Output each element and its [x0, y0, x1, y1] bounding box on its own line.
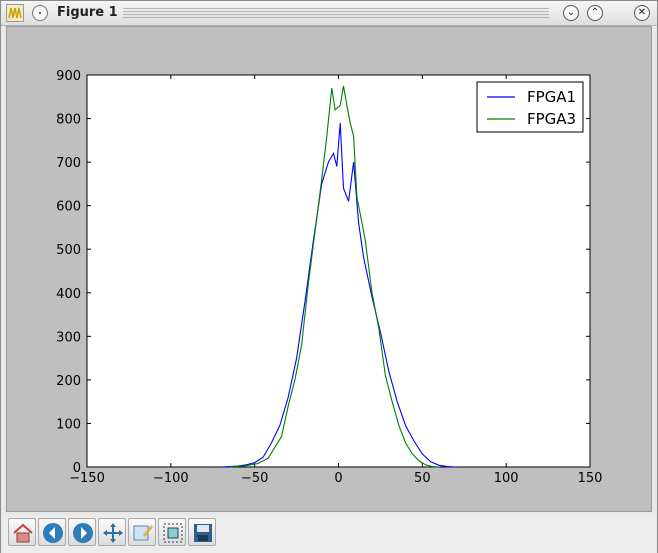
x-tick-label: −100	[153, 471, 189, 486]
back-icon	[43, 523, 63, 543]
y-tick-label: 0	[73, 461, 81, 476]
window-title: Figure 1	[57, 5, 118, 20]
x-tick-label: 150	[578, 471, 603, 486]
y-tick-label: 500	[56, 243, 81, 258]
pan-icon	[103, 523, 123, 543]
y-tick-label: 700	[56, 156, 81, 171]
save-button[interactable]	[188, 518, 216, 546]
figure-window: Figure 1 ⌄ ⌃ ✕ −150 −100 −50 0 50 100 150 0 100 2…	[0, 0, 658, 553]
x-tick-label: 100	[494, 471, 519, 486]
y-tick-label: 200	[56, 374, 81, 389]
home-button[interactable]	[8, 518, 36, 546]
x-tick-label: −50	[241, 471, 268, 486]
close-button[interactable]: ✕	[634, 5, 650, 21]
home-icon	[13, 523, 33, 543]
y-tick-label: 400	[56, 287, 81, 302]
title-bar[interactable]: Figure 1 ⌄ ⌃ ✕	[1, 1, 657, 26]
x-tick-label: 0	[334, 471, 342, 486]
y-tick-label: 300	[56, 330, 81, 345]
subplots-button[interactable]	[128, 518, 156, 546]
y-tick-label: 100	[56, 417, 81, 432]
zoom-button[interactable]	[158, 518, 186, 546]
legend-label: FPGA1	[527, 88, 576, 106]
back-button[interactable]	[38, 518, 66, 546]
line-chart: −150 −100 −50 0 50 100 15001002003004005006007…	[56, 69, 603, 486]
navigation-toolbar	[1, 515, 657, 553]
title-grip	[123, 8, 549, 18]
minimize-button[interactable]: ⌄	[563, 5, 579, 21]
forward-icon	[73, 523, 93, 543]
y-tick-label: 600	[56, 200, 81, 215]
pan-button[interactable]	[98, 518, 126, 546]
y-tick-label: 800	[56, 113, 81, 128]
x-tick-label: 50	[414, 471, 431, 486]
plot-area	[86, 74, 591, 468]
y-tick-label: 900	[56, 69, 81, 84]
app-icon[interactable]	[6, 4, 24, 22]
zoom-icon	[163, 523, 183, 543]
forward-button[interactable]	[68, 518, 96, 546]
save-icon	[194, 524, 212, 542]
legend-label: FPGA3	[527, 110, 576, 128]
subplots-icon	[133, 525, 153, 541]
figure-canvas[interactable]: −150 −100 −50 0 50 100 150 0 100 200 300 400 500 600 7…	[6, 26, 652, 512]
maximize-button[interactable]: ⌃	[587, 5, 603, 21]
window-menu-button[interactable]	[32, 5, 48, 21]
